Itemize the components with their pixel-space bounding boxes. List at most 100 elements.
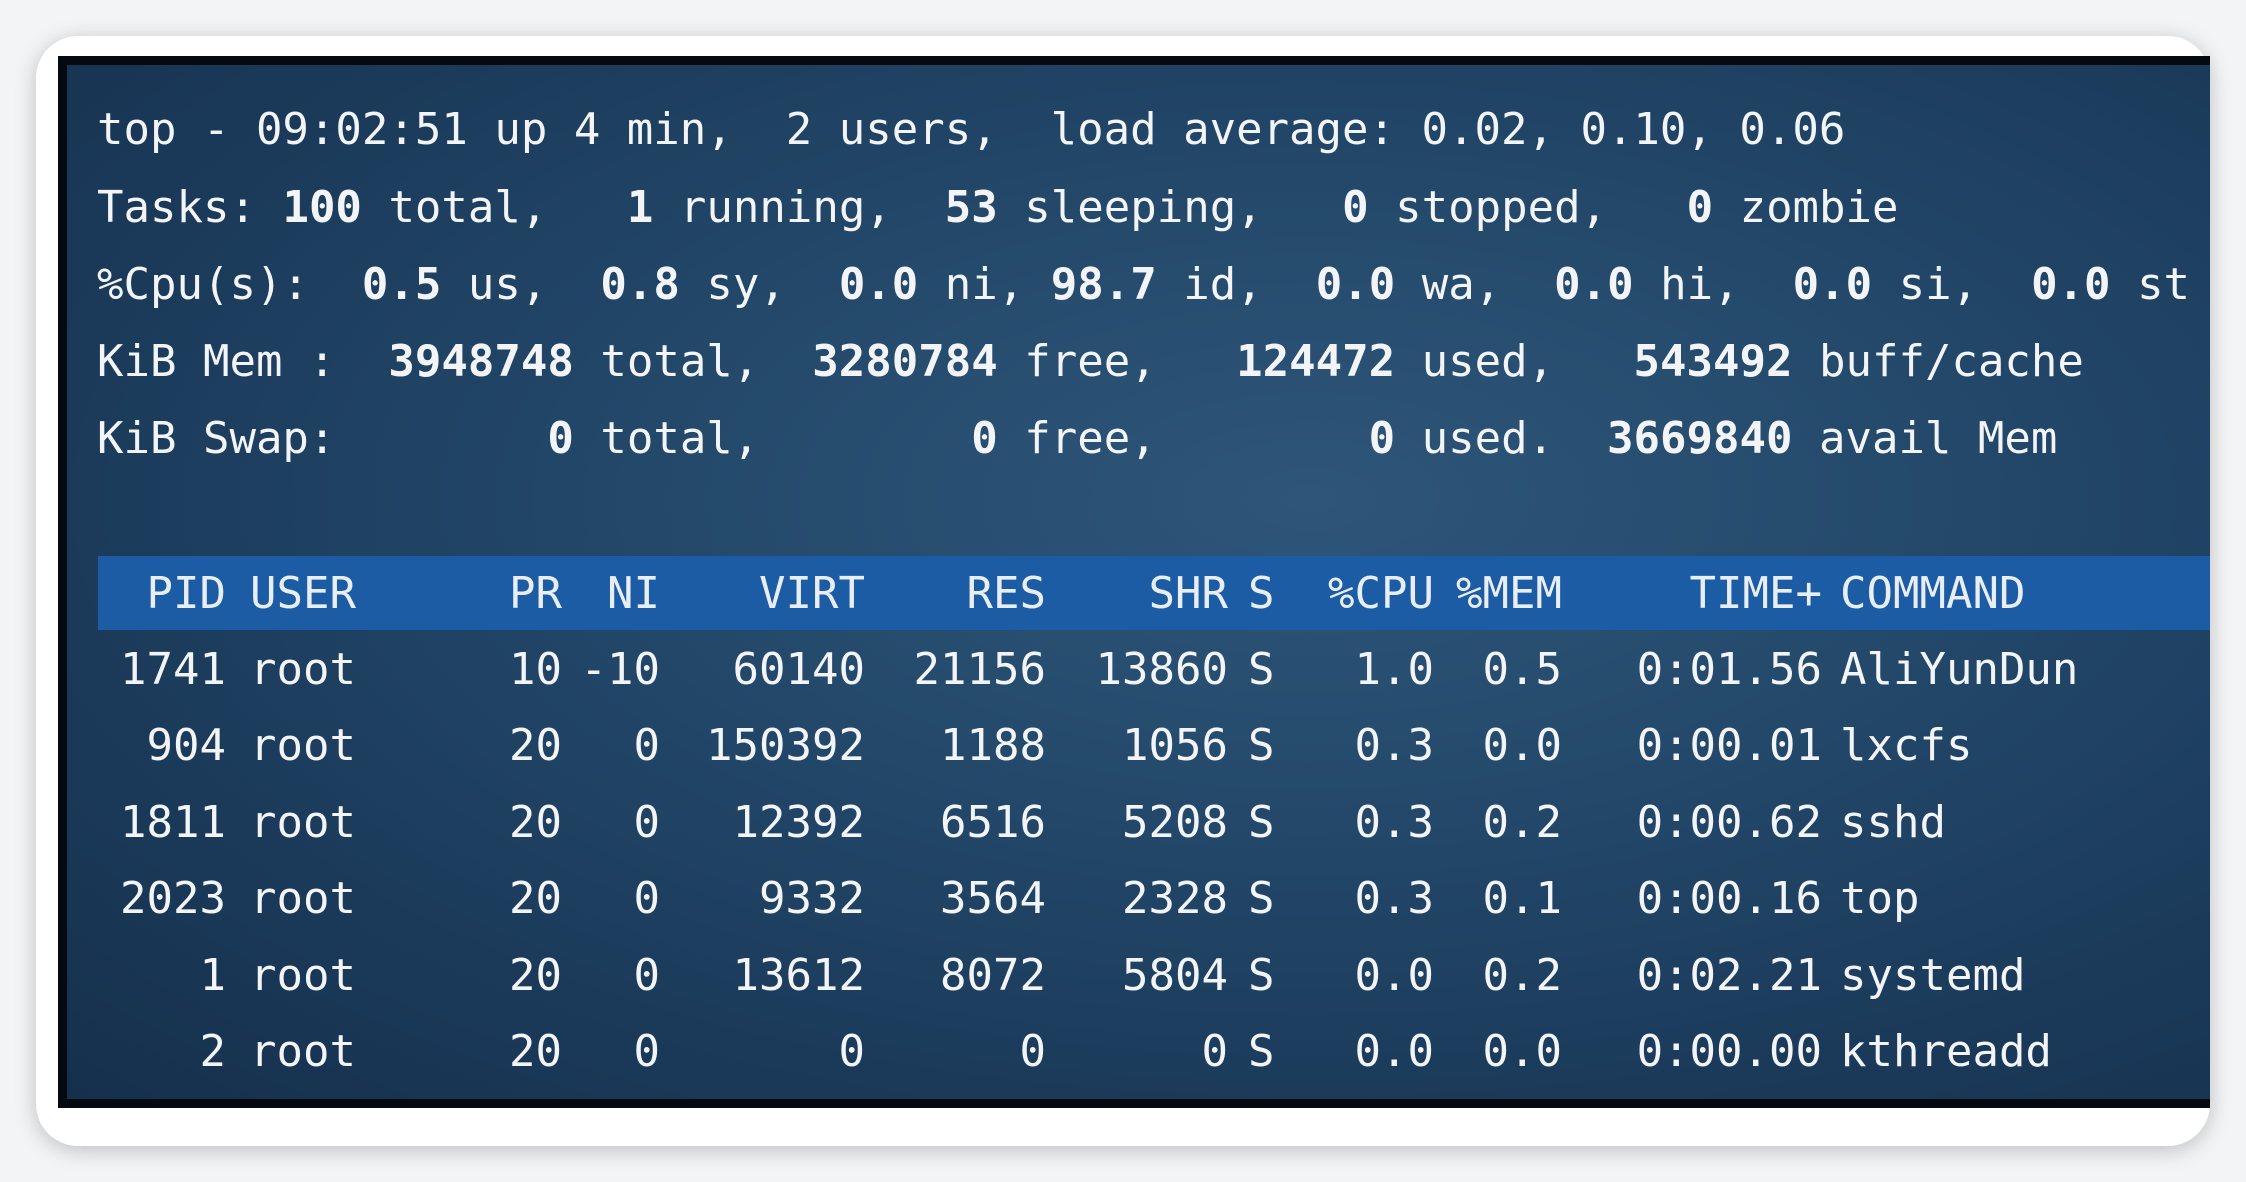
cell-mem: 0.1 xyxy=(1482,873,1562,924)
cell-virt: 9332 xyxy=(759,873,865,924)
cell-pr: 20 xyxy=(509,950,562,1001)
cell-pr: 20 xyxy=(509,797,562,848)
cell-time: 0:00.01 xyxy=(1636,720,1822,771)
swap-total-label: total, xyxy=(600,413,760,464)
cell-pid: 1 xyxy=(199,950,227,1001)
tasks-total: 100 xyxy=(282,182,362,233)
cell-pr: 10 xyxy=(509,644,562,695)
col-time: TIME+ xyxy=(1689,568,1822,619)
cpu-id: 98.7 xyxy=(1050,259,1157,310)
cpu-hi: 0.0 xyxy=(1554,259,1634,310)
uptime-line: top - 09:02:51 up 4 min, 2 users, load a… xyxy=(97,108,1845,152)
cell-user: root xyxy=(250,720,356,771)
cell-command: AliYunDun xyxy=(1840,644,2079,695)
cell-virt: 13612 xyxy=(732,950,865,1001)
tasks-label: Tasks: xyxy=(97,182,256,233)
cell-cpu: 0.0 xyxy=(1354,1026,1434,1077)
tasks-line: Tasks: 100 total, 1 running, 53 sleeping… xyxy=(97,186,1899,230)
swap-free-label: free, xyxy=(1024,413,1157,464)
cell-time: 0:00.16 xyxy=(1636,873,1822,924)
cell-pr: 20 xyxy=(509,873,562,924)
cell-command: systemd xyxy=(1840,950,2026,1001)
swap-avail: 3669840 xyxy=(1607,413,1793,464)
uptime-text: top - 09:02:51 up 4 min, 2 users, load a… xyxy=(97,104,1846,155)
cell-cpu: 1.0 xyxy=(1354,644,1434,695)
tasks-running: 1 xyxy=(626,182,654,233)
cell-shr: 2328 xyxy=(1122,873,1228,924)
swap-free: 0 xyxy=(971,413,998,464)
col-pid: PID xyxy=(146,568,226,619)
cell-shr: 5208 xyxy=(1122,797,1228,848)
cell-pid: 2023 xyxy=(120,873,226,924)
cell-cpu: 0.0 xyxy=(1354,950,1434,1001)
cell-shr: 5804 xyxy=(1122,950,1228,1001)
swap-used-label: used. xyxy=(1421,413,1555,464)
cell-res: 8072 xyxy=(940,950,1046,1001)
cell-shr: 0 xyxy=(1201,1026,1229,1077)
cpu-st: 0.0 xyxy=(2031,259,2111,310)
cell-ni: 0 xyxy=(633,797,661,848)
col-pr: PR xyxy=(509,568,562,619)
mem-buff-label: buff/cache xyxy=(1819,336,2084,387)
mem-label: KiB Mem : xyxy=(97,336,336,387)
cell-res: 0 xyxy=(1019,1026,1047,1077)
cpu-line: %Cpu(s): 0.5 us, 0.8 sy, 0.0 ni, 98.7 id… xyxy=(97,263,2190,307)
mem-buff: 543492 xyxy=(1633,336,1793,387)
col-command: COMMAND xyxy=(1840,568,2026,619)
tasks-total-label: total, xyxy=(388,182,548,233)
col-shr: SHR xyxy=(1148,568,1228,619)
cell-time: 0:00.00 xyxy=(1636,1026,1822,1077)
mem-line: KiB Mem : 3948748 total, 3280784 free, 1… xyxy=(97,340,2084,384)
cell-time: 0:02.21 xyxy=(1636,950,1822,1001)
tasks-stopped-label: stopped, xyxy=(1395,182,1608,233)
cell-virt: 0 xyxy=(838,1026,866,1077)
cell-state: S xyxy=(1248,1026,1275,1077)
swap-line: KiB Swap: 0 total, 0 free, 0 used. 36698… xyxy=(97,417,2057,461)
cell-virt: 150392 xyxy=(706,720,865,771)
tasks-zombie-label: zombie xyxy=(1739,182,1899,233)
mem-used: 124472 xyxy=(1236,336,1396,387)
cell-time: 0:01.56 xyxy=(1636,644,1822,695)
tasks-zombie: 0 xyxy=(1686,182,1714,233)
cell-cpu: 0.3 xyxy=(1354,720,1434,771)
swap-total: 0 xyxy=(547,413,574,464)
col-user: USER xyxy=(250,568,356,619)
cpu-wa: 0.0 xyxy=(1315,259,1396,310)
cpu-ni: 0.0 xyxy=(838,259,919,310)
cpu-sy: 0.8 xyxy=(600,259,680,310)
cell-mem: 0.0 xyxy=(1482,1026,1562,1077)
cell-state: S xyxy=(1248,720,1275,771)
cell-virt: 60140 xyxy=(732,644,865,695)
cell-state: S xyxy=(1248,950,1275,1001)
cell-user: root xyxy=(250,644,356,695)
cell-command: lxcfs xyxy=(1840,720,1973,771)
col-res: RES xyxy=(966,568,1046,619)
cell-ni: 0 xyxy=(633,873,661,924)
cell-mem: 0.0 xyxy=(1482,720,1562,771)
cpu-id-label: id, xyxy=(1183,259,1263,310)
cpu-ni-label: ni, xyxy=(944,259,1025,310)
tasks-sleeping: 53 xyxy=(944,182,998,233)
cell-shr: 1056 xyxy=(1122,720,1228,771)
col-virt: VIRT xyxy=(759,568,865,619)
cpu-us-label: us, xyxy=(467,259,548,310)
cell-res: 3564 xyxy=(940,873,1046,924)
col-mem: %MEM xyxy=(1456,568,1562,619)
cell-state: S xyxy=(1248,873,1275,924)
cell-cpu: 0.3 xyxy=(1354,873,1434,924)
cell-state: S xyxy=(1248,797,1275,848)
cell-ni: 0 xyxy=(633,950,661,1001)
cell-command: kthreadd xyxy=(1840,1026,2052,1077)
tasks-sleeping-label: sleeping, xyxy=(1024,182,1263,233)
cell-user: root xyxy=(250,873,356,924)
mem-free: 3280784 xyxy=(812,336,998,387)
mem-used-label: used, xyxy=(1421,336,1555,387)
cpu-hi-label: hi, xyxy=(1660,259,1740,310)
cell-command: top xyxy=(1840,873,1920,924)
cell-cpu: 0.3 xyxy=(1354,797,1434,848)
cell-mem: 0.2 xyxy=(1482,797,1562,848)
cell-res: 21156 xyxy=(913,644,1046,695)
cell-ni: -10 xyxy=(580,644,660,695)
cell-user: root xyxy=(250,1026,356,1077)
swap-label: KiB Swap: xyxy=(97,413,336,464)
